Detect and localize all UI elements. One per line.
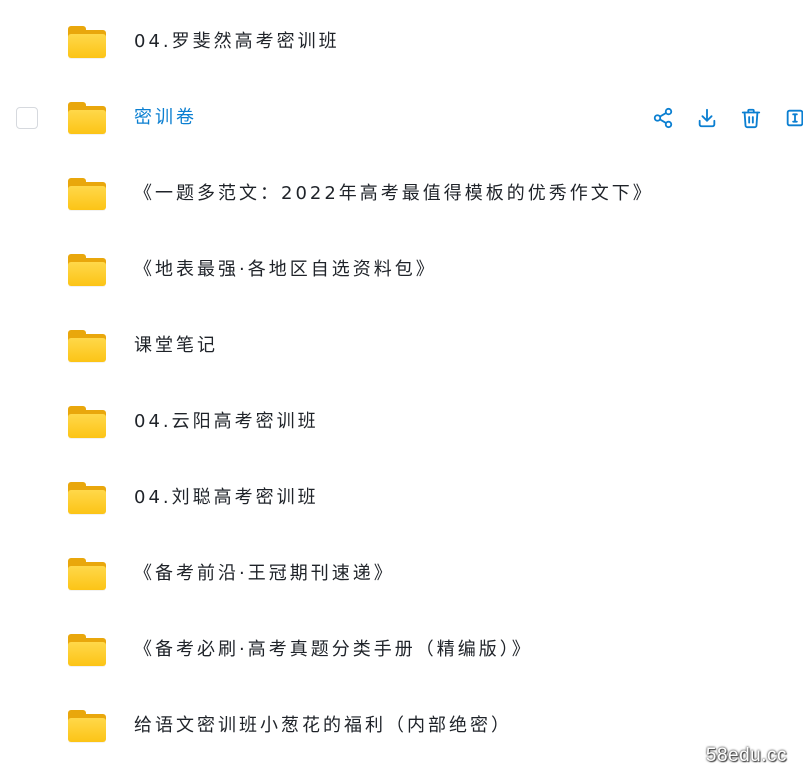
file-row[interactable]: 给语文密训班小葱花的福利（内部绝密）: [0, 697, 803, 757]
file-name[interactable]: 《地表最强·各地区自选资料包》: [134, 258, 437, 282]
share-icon[interactable]: [650, 105, 676, 131]
row-checkbox[interactable]: [16, 107, 38, 129]
folder-icon: [68, 178, 106, 210]
file-row[interactable]: 《备考必刷·高考真题分类手册（精编版）》: [0, 621, 803, 681]
delete-icon[interactable]: [738, 105, 764, 131]
file-name[interactable]: 04.刘聪高考密训班: [134, 486, 319, 510]
folder-icon: [68, 482, 106, 514]
folder-icon: [68, 558, 106, 590]
folder-icon: [68, 710, 106, 742]
folder-icon: [68, 330, 106, 362]
file-row[interactable]: 04.罗斐然高考密训班: [0, 13, 803, 73]
file-row[interactable]: 04.云阳高考密训班: [0, 393, 803, 453]
folder-icon: [68, 26, 106, 58]
rename-icon[interactable]: [782, 105, 803, 131]
file-name[interactable]: 《一题多范文：2022年高考最值得模板的优秀作文下》: [134, 182, 654, 206]
file-name[interactable]: 密训卷: [134, 106, 197, 130]
folder-icon: [68, 634, 106, 666]
file-row[interactable]: 《地表最强·各地区自选资料包》: [0, 241, 803, 301]
file-name[interactable]: 给语文密训班小葱花的福利（内部绝密）: [134, 714, 512, 738]
file-name[interactable]: 《备考必刷·高考真题分类手册（精编版）》: [134, 638, 533, 662]
folder-icon: [68, 102, 106, 134]
watermark: 58edu.cc: [705, 745, 787, 766]
file-name[interactable]: 《备考前沿·王冠期刊速递》: [134, 562, 395, 586]
file-name[interactable]: 课堂笔记: [134, 334, 218, 358]
folder-icon: [68, 406, 106, 438]
file-name[interactable]: 04.罗斐然高考密训班: [134, 30, 340, 54]
download-icon[interactable]: [694, 105, 720, 131]
file-name[interactable]: 04.云阳高考密训班: [134, 410, 319, 434]
file-row-hovered[interactable]: 密训卷: [0, 89, 803, 149]
file-row[interactable]: 04.刘聪高考密训班: [0, 469, 803, 529]
row-actions: [650, 105, 803, 131]
file-row[interactable]: 课堂笔记: [0, 317, 803, 377]
folder-icon: [68, 254, 106, 286]
file-row[interactable]: 《一题多范文：2022年高考最值得模板的优秀作文下》: [0, 165, 803, 225]
file-row[interactable]: 《备考前沿·王冠期刊速递》: [0, 545, 803, 605]
